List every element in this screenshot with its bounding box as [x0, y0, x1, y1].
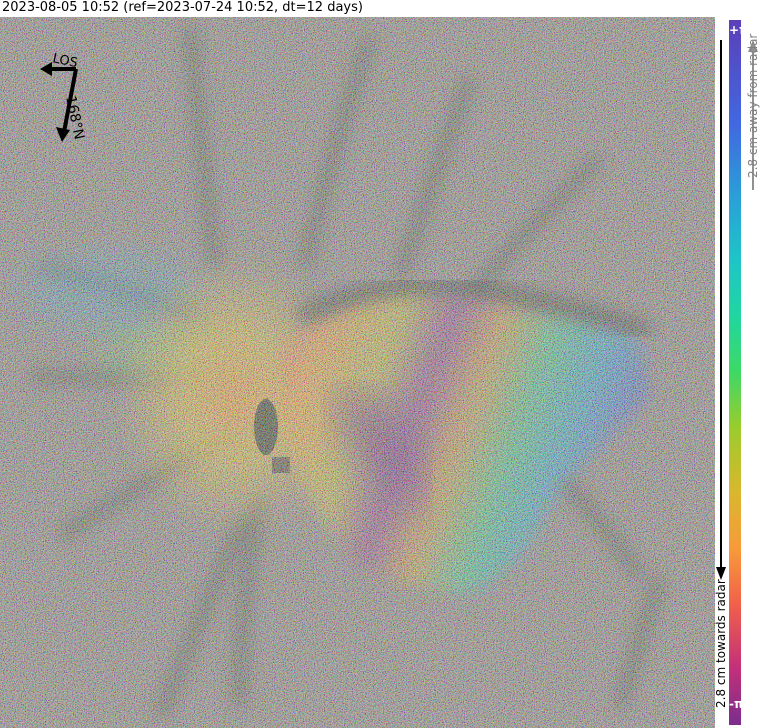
- colorbar-bottom-label: -π: [729, 697, 744, 711]
- image-title: 2023-08-05 10:52 (ref=2023-07-24 10:52, …: [2, 0, 363, 15]
- los-compass: LOS 168°N: [40, 51, 87, 142]
- away-from-radar-label: 2.8 cm away from radar: [746, 33, 760, 178]
- towards-arrow-icon: [716, 40, 726, 580]
- colorbar-top-label: +π: [729, 23, 749, 37]
- interferogram-map: LOS 168°N: [0, 17, 715, 728]
- phase-colorbar: [729, 20, 741, 725]
- towards-radar-label: 2.8 cm towards radar: [714, 579, 728, 708]
